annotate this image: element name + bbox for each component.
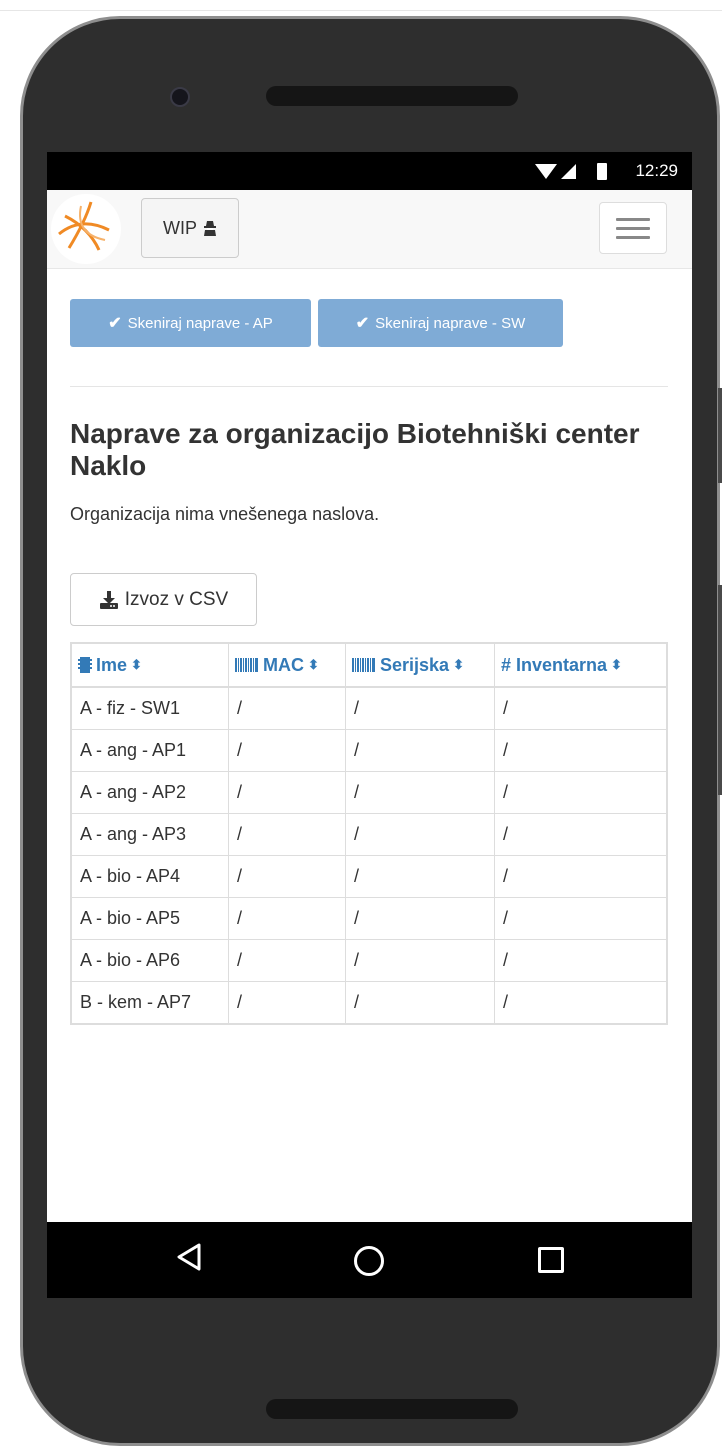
table-cell: /	[228, 981, 346, 1025]
table-cell: /	[228, 729, 346, 772]
table-row: A - ang - AP1// /	[70, 729, 668, 772]
column-header-serijska[interactable]: Serijska ⬍	[345, 642, 495, 688]
table-cell: /	[345, 686, 495, 730]
export-label: Izvoz v CSV	[124, 588, 229, 610]
screen: 12:29 WIP ✔ Skeniraj naprave - AP ✔ Sken…	[47, 152, 692, 1298]
barcode-icon	[352, 658, 375, 672]
table-cell: /	[494, 897, 668, 940]
table-cell: /	[228, 813, 346, 856]
wip-button[interactable]: WIP	[141, 198, 239, 258]
divider	[70, 386, 668, 387]
table-row: B - kem - AP7// /	[70, 981, 668, 1025]
table-cell: /	[494, 771, 668, 814]
battery-icon	[597, 163, 607, 180]
wifi-icon	[535, 164, 557, 179]
table-row: A - ang - AP2// /	[70, 771, 668, 814]
table-row: A - bio - AP6// /	[70, 939, 668, 982]
table-cell: /	[345, 897, 495, 940]
scan-sw-button[interactable]: ✔ Skeniraj naprave - SW	[318, 299, 563, 347]
table-row: A - bio - AP5// /	[70, 897, 668, 940]
volume-button	[718, 585, 722, 795]
top-rule	[0, 10, 722, 11]
table-cell: A - ang - AP3	[70, 813, 229, 856]
devices-table: Ime ⬍ MAC ⬍ Serijska ⬍ # Inventarna ⬍ A …	[70, 642, 668, 1025]
table-cell: /	[228, 939, 346, 982]
table-cell: A - bio - AP6	[70, 939, 229, 982]
power-button	[718, 388, 722, 483]
table-cell: /	[494, 729, 668, 772]
navbar: WIP	[47, 190, 692, 269]
signal-icon	[561, 164, 576, 179]
column-label: MAC	[263, 654, 304, 675]
table-cell: /	[228, 897, 346, 940]
scan-ap-label: Skeniraj naprave - AP	[127, 314, 273, 332]
table-cell: A - bio - AP5	[70, 897, 229, 940]
barcode-icon	[235, 658, 258, 672]
table-body: A - fiz - SW1// / A - ang - AP1// / A - ang …	[70, 686, 668, 1025]
check-icon: ✔	[355, 315, 370, 332]
microchip-icon	[78, 657, 92, 673]
table-cell: A - ang - AP2	[70, 771, 229, 814]
sort-icon: ⬍	[453, 657, 464, 672]
menu-bar-icon	[616, 236, 650, 239]
page-subtitle: Organizacija nima vnešenega naslova.	[70, 504, 380, 524]
table-cell: /	[494, 939, 668, 982]
table-cell: A - ang - AP1	[70, 729, 229, 772]
table-header-row: Ime ⬍ MAC ⬍ Serijska ⬍ # Inventarna ⬍	[70, 642, 668, 688]
recent-apps-icon[interactable]	[538, 1247, 564, 1273]
export-csv-button[interactable]: Izvoz v CSV	[70, 573, 257, 626]
logo[interactable]	[51, 194, 121, 264]
user-secret-icon	[204, 221, 216, 236]
column-label: Ime	[96, 654, 128, 675]
menu-toggle-button[interactable]	[599, 202, 667, 254]
table-cell: /	[345, 981, 495, 1025]
table-cell: /	[494, 813, 668, 856]
speaker-top	[266, 86, 518, 106]
sort-icon: ⬍	[308, 657, 319, 672]
sort-icon: ⬍	[131, 657, 142, 672]
table-cell: /	[345, 729, 495, 772]
table-row: A - bio - AP4// /	[70, 855, 668, 898]
table-cell: A - bio - AP4	[70, 855, 229, 898]
table-cell: /	[494, 981, 668, 1025]
table-cell: /	[228, 855, 346, 898]
table-row: A - ang - AP3// /	[70, 813, 668, 856]
column-header-mac[interactable]: MAC ⬍	[228, 642, 346, 688]
android-nav-bar	[47, 1222, 692, 1298]
speaker-bottom	[266, 1399, 518, 1419]
table-cell: /	[345, 939, 495, 982]
column-header-inventarna[interactable]: # Inventarna ⬍	[494, 642, 668, 688]
check-icon: ✔	[108, 315, 122, 332]
page-title: Naprave za organizacijo Biotehniški cent…	[70, 418, 640, 481]
home-icon[interactable]	[354, 1246, 384, 1276]
table-cell: /	[494, 855, 668, 898]
table-cell: /	[228, 771, 346, 814]
camera	[170, 87, 190, 107]
back-icon[interactable]	[175, 1242, 203, 1272]
table-cell: A - fiz - SW1	[70, 686, 229, 730]
logo-icon	[58, 201, 110, 251]
status-time: 12:29	[635, 161, 678, 180]
table-cell: /	[345, 813, 495, 856]
menu-bar-icon	[616, 227, 650, 230]
download-icon	[99, 590, 118, 609]
menu-bar-icon	[616, 218, 650, 221]
table-cell: /	[345, 771, 495, 814]
column-label: # Inventarna	[501, 654, 608, 675]
scan-sw-label: Skeniraj naprave - SW	[375, 314, 526, 332]
sort-icon: ⬍	[611, 657, 622, 672]
column-header-ime[interactable]: Ime ⬍	[70, 642, 229, 688]
table-row: A - fiz - SW1// /	[70, 686, 668, 730]
table-cell: /	[345, 855, 495, 898]
wip-label: WIP	[163, 217, 197, 238]
scan-ap-button[interactable]: ✔ Skeniraj naprave - AP	[70, 299, 311, 347]
table-cell: /	[228, 686, 346, 730]
status-bar: 12:29	[47, 152, 692, 190]
column-label: Serijska	[380, 654, 450, 675]
table-cell: /	[494, 686, 668, 730]
table-cell: B - kem - AP7	[70, 981, 229, 1025]
